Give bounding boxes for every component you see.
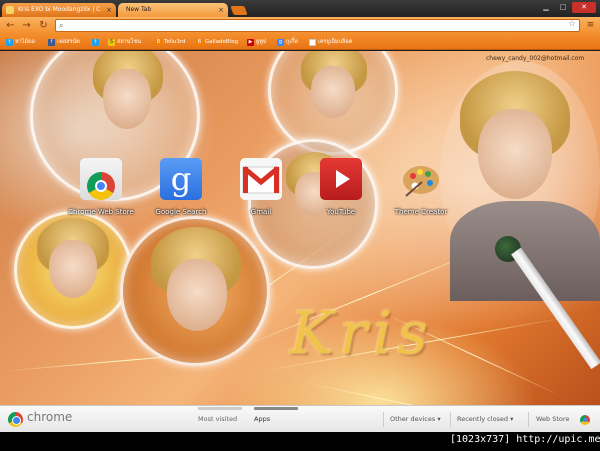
twitter-icon: t <box>92 39 99 46</box>
app-label: YouTube <box>326 208 356 216</box>
bookmark-label: หาไม้ดอ <box>15 39 35 45</box>
maximize-button[interactable]: □ <box>555 2 571 13</box>
portrait-jacket <box>450 201 600 301</box>
new-tab-button[interactable] <box>230 6 248 15</box>
address-input[interactable] <box>69 20 559 31</box>
portrait-face <box>311 66 355 118</box>
app-label: Gmail <box>250 208 272 216</box>
close-window-button[interactable]: ✕ <box>572 2 596 13</box>
wrench-menu-icon[interactable]: ≡ <box>584 19 597 32</box>
bookmark-label: GalladeBlog <box>205 39 239 45</box>
footer-divider <box>383 412 384 427</box>
theme-email-watermark: chewy_candy_002@hotmail.com <box>486 55 585 62</box>
tab-strip: Kris EXO bi Moodangzilx | C × New Tab × … <box>0 0 600 17</box>
page-icon <box>309 39 316 46</box>
dropdown-arrow-icon: ▾ <box>510 415 514 423</box>
other-devices-label: Other devices <box>390 415 436 423</box>
bookmark-star-icon[interactable]: ☆ <box>568 19 576 29</box>
bookmark-item[interactable]: B GalladeBlog <box>196 37 238 48</box>
twitter-icon: t <box>6 39 13 46</box>
most-visited-tab[interactable]: Most visited <box>198 407 242 423</box>
browser-window: Kris EXO bi Moodangzilx | C × New Tab × … <box>0 0 600 432</box>
google-icon: g <box>277 39 284 46</box>
ntp-footer: chrome Most visited Apps Other devices ▾… <box>0 405 600 432</box>
web-store-label: Web Store <box>536 415 570 423</box>
apps-tab[interactable]: Apps <box>254 407 298 423</box>
chrome-wordmark: chrome <box>27 410 73 424</box>
tab-title: Kris EXO bi Moodangzilx | C <box>18 6 101 13</box>
tab-kris-exo[interactable]: Kris EXO bi Moodangzilx | C × <box>2 3 116 17</box>
gmail-icon <box>240 158 282 200</box>
new-tab-page: chewy_candy_002@hotmail.com Chrome Web S… <box>0 51 600 405</box>
blogger-icon: B <box>196 39 203 46</box>
bookmark-item[interactable]: g กูเกิ้ล <box>277 37 298 48</box>
recently-closed-menu[interactable]: Recently closed ▾ <box>457 415 513 423</box>
page-indicator <box>254 407 298 410</box>
close-tab-icon[interactable]: × <box>218 3 224 17</box>
page-indicator <box>198 407 242 410</box>
recently-closed-label: Recently closed <box>457 415 509 423</box>
bookmark-item[interactable]: เครยูเอ็มบล็อค <box>309 37 352 48</box>
most-visited-label: Most visited <box>198 415 238 423</box>
bookmark-item[interactable]: B Tellu3rd <box>155 37 186 48</box>
portrait-bubble <box>120 216 270 366</box>
tab-title: New Tab <box>126 6 152 13</box>
youtube-icon <box>320 158 362 200</box>
bookmark-label: สถานโชน <box>117 39 141 45</box>
forward-arrow-icon[interactable]: → <box>20 19 33 32</box>
youtube-icon: ▶ <box>247 39 254 46</box>
portrait-face <box>103 69 151 129</box>
blogger-icon: B <box>155 39 162 46</box>
app-youtube[interactable]: YouTube <box>304 158 378 228</box>
apps-label: Apps <box>254 415 271 423</box>
search-icon: ⌕ <box>59 21 64 30</box>
toolbar: ← → ↻ ⌕ ☆ ≡ <box>0 17 600 35</box>
close-tab-icon[interactable]: × <box>106 3 112 17</box>
bookmarks-bar: t หาไม้ดอ f เฟสสรน์ต t S สถานโชน B Tellu… <box>0 35 600 50</box>
footer-divider <box>528 412 529 427</box>
facebook-icon: f <box>48 39 55 46</box>
page-favicon-icon <box>6 6 14 14</box>
bookmark-label: Tellu3rd <box>164 39 186 45</box>
tab-new-tab[interactable]: New Tab × <box>118 3 228 17</box>
bookmark-icon: S <box>108 39 115 46</box>
bookmark-item[interactable]: t <box>92 37 101 48</box>
back-arrow-icon[interactable]: ← <box>4 19 17 32</box>
portrait-face <box>478 109 552 199</box>
chrome-web-store-icon <box>80 158 122 200</box>
footer-divider <box>450 412 451 427</box>
app-google-search[interactable]: g Google Search <box>144 158 218 228</box>
app-label: Theme Creator <box>394 208 448 216</box>
web-store-chrome-icon[interactable] <box>580 415 590 425</box>
web-store-link[interactable]: Web Store <box>536 415 569 423</box>
reload-icon[interactable]: ↻ <box>37 19 50 32</box>
minimize-button[interactable]: ▁ <box>538 2 554 13</box>
app-label: Chrome Web Store <box>68 208 134 216</box>
bookmark-label: กูเกิ้ล <box>286 39 298 45</box>
bookmark-item[interactable]: t หาไม้ดอ <box>6 37 35 48</box>
app-label: Google Search <box>155 208 207 216</box>
portrait-face <box>49 240 97 298</box>
portrait-face <box>167 259 227 331</box>
chrome-logo-icon <box>8 412 23 427</box>
omnibox[interactable]: ⌕ ☆ <box>55 19 580 32</box>
bookmark-label: ยูทูป <box>256 39 267 45</box>
bookmark-label: เฟสสรน์ต <box>57 39 80 45</box>
portrait-bubble <box>268 51 398 155</box>
app-chrome-web-store[interactable]: Chrome Web Store <box>64 158 138 228</box>
upic-caption: [1023x737] http://upic.me/ <box>450 434 600 445</box>
light-streak <box>299 381 555 405</box>
google-search-icon: g <box>160 158 202 200</box>
app-theme-creator[interactable]: Theme Creator <box>384 158 458 228</box>
other-devices-menu[interactable]: Other devices ▾ <box>390 415 441 423</box>
bookmark-item[interactable]: S สถานโชน <box>108 37 141 48</box>
portrait-bubble <box>14 211 132 329</box>
app-gmail[interactable]: Gmail <box>224 158 298 228</box>
bookmark-label: เครยูเอ็มบล็อค <box>318 39 353 45</box>
kris-signature-text: Kris <box>290 299 434 367</box>
bookmark-item[interactable]: f เฟสสรน์ต <box>48 37 80 48</box>
dropdown-arrow-icon: ▾ <box>437 415 441 423</box>
bookmark-item[interactable]: ▶ ยูทูป <box>247 37 266 48</box>
paint-palette-icon <box>400 158 442 200</box>
